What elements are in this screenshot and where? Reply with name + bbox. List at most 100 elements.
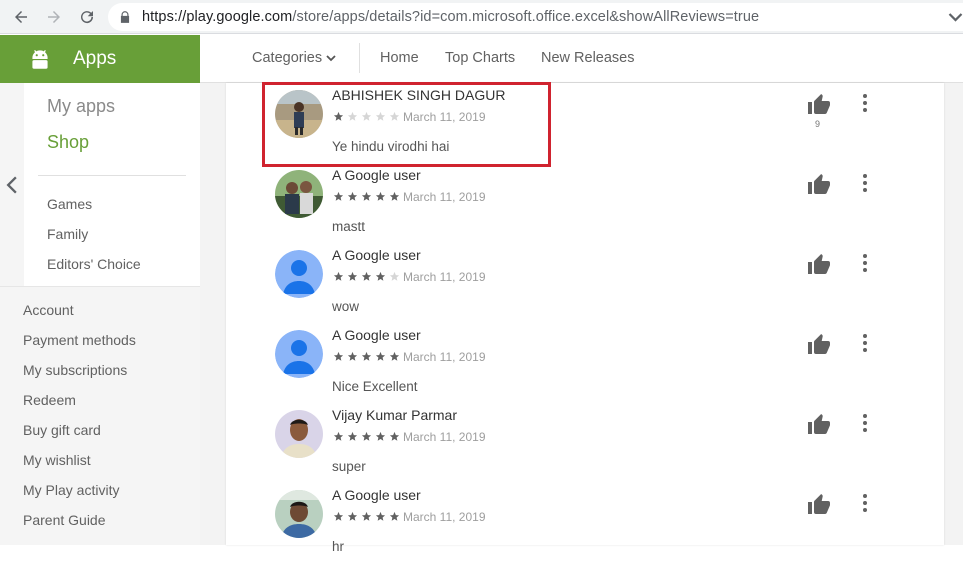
review-author[interactable]: A Google user [332, 247, 421, 263]
more-vert-icon[interactable] [862, 253, 868, 273]
dropdown-icon[interactable] [948, 8, 963, 26]
star-filled-icon [347, 271, 358, 281]
nav-top-charts[interactable]: Top Charts [445, 50, 515, 66]
star-filled-icon [347, 351, 358, 361]
star-filled-icon [375, 431, 386, 441]
star-filled-icon [347, 511, 358, 521]
highlight-box [262, 82, 551, 167]
star-rating [333, 271, 400, 282]
star-filled-icon [333, 431, 344, 441]
apps-header[interactable]: Apps [0, 35, 200, 83]
forward-arrow-icon [48, 11, 60, 23]
star-filled-icon [389, 511, 400, 521]
star-rating [333, 351, 400, 362]
star-filled-icon [375, 511, 386, 521]
star-filled-icon [347, 191, 358, 201]
review-item: A Google user March 11, 2019 mastt [226, 163, 944, 243]
star-filled-icon [389, 431, 400, 441]
star-filled-icon [333, 271, 344, 281]
sidebar-item-my-play-activity[interactable]: My Play activity [23, 482, 119, 498]
review-item: Vijay Kumar Parmar March 11, 2019 super [226, 403, 944, 483]
lock-icon [120, 11, 130, 23]
more-vert-icon[interactable] [862, 93, 868, 113]
reload-button[interactable] [76, 6, 98, 28]
thumbs-up-icon[interactable] [807, 413, 831, 437]
review-date: March 11, 2019 [403, 270, 486, 284]
more-vert-icon[interactable] [862, 413, 868, 433]
star-filled-icon [333, 511, 344, 521]
sidebar-divider [38, 175, 186, 176]
star-filled-icon [361, 191, 372, 201]
more-vert-icon[interactable] [862, 333, 868, 353]
review-author[interactable]: A Google user [332, 487, 421, 503]
sidebar-item-shop[interactable]: Shop [47, 132, 89, 153]
star-filled-icon [333, 351, 344, 361]
apps-title: Apps [73, 48, 117, 69]
url-host: https://play.google.com [142, 9, 293, 25]
helpful-count: 9 [815, 119, 821, 129]
sidebar-item-editors-choice[interactable]: Editors' Choice [47, 256, 141, 272]
nav-home[interactable]: Home [380, 50, 419, 66]
sidebar-item-my-subscriptions[interactable]: My subscriptions [23, 362, 127, 378]
avatar [275, 170, 323, 218]
more-vert-icon[interactable] [862, 173, 868, 193]
categories-dropdown[interactable]: Categories [252, 50, 336, 66]
review-author[interactable]: A Google user [332, 167, 421, 183]
thumbs-up-icon[interactable] [807, 173, 831, 197]
review-date: March 11, 2019 [403, 430, 486, 444]
star-filled-icon [375, 191, 386, 201]
thumbs-up-icon[interactable] [807, 93, 831, 117]
reload-icon [81, 11, 94, 24]
top-navigation: Categories Home Top Charts New Releases [200, 35, 963, 83]
sidebar-item-payment-methods[interactable]: Payment methods [23, 332, 136, 348]
sidebar-account-section [0, 286, 200, 545]
star-filled-icon [347, 431, 358, 441]
star-rating [333, 511, 400, 522]
review-item: A Google user March 11, 2019 Nice Excell… [226, 323, 944, 403]
sidebar-item-buy-gift-card[interactable]: Buy gift card [23, 422, 101, 438]
avatar [275, 330, 323, 378]
nav-new-releases[interactable]: New Releases [541, 50, 635, 66]
review-text: wow [332, 299, 360, 314]
avatar [275, 250, 323, 298]
more-vert-icon[interactable] [862, 493, 868, 513]
review-author[interactable]: Vijay Kumar Parmar [332, 407, 457, 423]
review-text: super [332, 459, 366, 474]
android-icon [32, 49, 48, 69]
review-text: Nice Excellent [332, 379, 418, 394]
star-filled-icon [361, 511, 372, 521]
review-text: mastt [332, 219, 366, 234]
url-text: https://play.google.com/store/apps/detai… [142, 9, 759, 25]
review-text: hr [332, 539, 345, 554]
sidebar-item-account[interactable]: Account [23, 302, 74, 318]
review-date: March 11, 2019 [403, 190, 486, 204]
review-date: March 11, 2019 [403, 510, 486, 524]
star-filled-icon [375, 351, 386, 361]
thumbs-up-icon[interactable] [807, 333, 831, 357]
address-bar[interactable]: https://play.google.com/store/apps/detai… [108, 3, 963, 31]
sidebar-item-parent-guide[interactable]: Parent Guide [23, 512, 106, 528]
sidebar-item-my-apps[interactable]: My apps [47, 96, 115, 117]
star-filled-icon [333, 191, 344, 201]
star-filled-icon [375, 271, 386, 281]
sidebar-item-redeem[interactable]: Redeem [23, 392, 76, 408]
star-filled-icon [389, 191, 400, 201]
chevron-left-icon[interactable] [5, 176, 19, 194]
back-arrow-icon [15, 11, 27, 23]
forward-button[interactable] [43, 6, 65, 28]
review-item: A Google user March 11, 2019 hr [226, 483, 944, 563]
sidebar-item-family[interactable]: Family [47, 226, 88, 242]
star-filled-icon [361, 431, 372, 441]
avatar [275, 490, 323, 538]
sidebar-item-my-wishlist[interactable]: My wishlist [23, 452, 91, 468]
url-path: /store/apps/details?id=com.microsoft.off… [292, 9, 760, 25]
star-filled-icon [361, 351, 372, 361]
star-filled-icon [361, 271, 372, 281]
review-author[interactable]: A Google user [332, 327, 421, 343]
sidebar-item-games[interactable]: Games [47, 196, 92, 212]
back-button[interactable] [10, 6, 32, 28]
star-rating [333, 431, 400, 442]
thumbs-up-icon[interactable] [807, 253, 831, 277]
thumbs-up-icon[interactable] [807, 493, 831, 517]
star-rating [333, 191, 400, 202]
